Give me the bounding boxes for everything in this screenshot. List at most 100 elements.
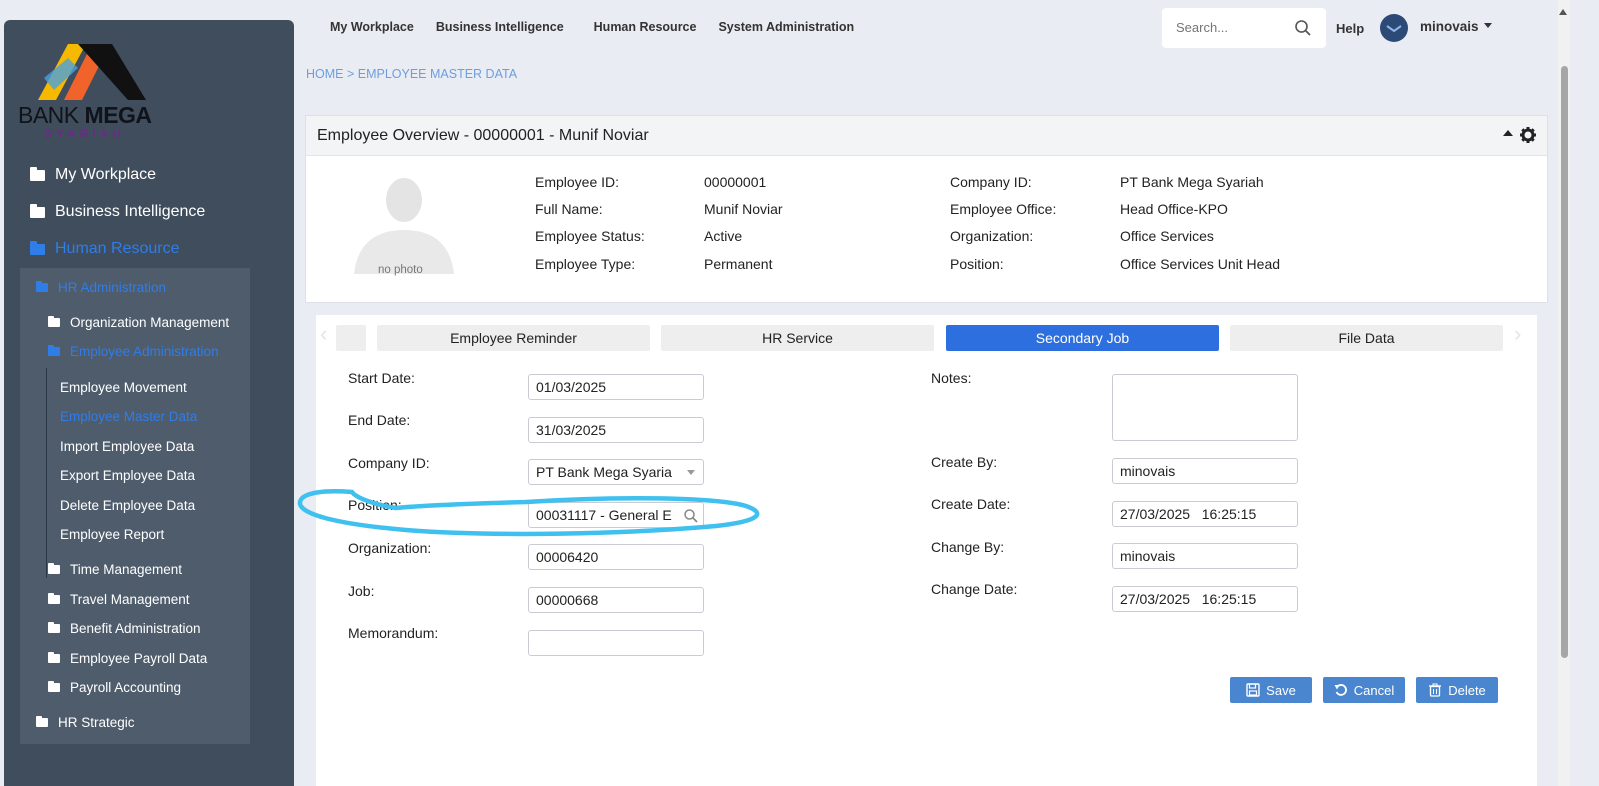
sidebar-item-delete-employee-data[interactable]: Delete Employee Data: [60, 498, 195, 513]
delete-button-label: Delete: [1448, 682, 1486, 698]
organization-field[interactable]: 00006420: [528, 544, 704, 570]
sidebar-item-employee-report[interactable]: Employee Report: [60, 527, 164, 542]
sidebar-item-organization-management[interactable]: Organization Management: [48, 315, 229, 330]
position-value: Office Services Unit Head: [1120, 256, 1281, 272]
sidebar-item-employee-master-data[interactable]: Employee Master Data: [60, 409, 197, 424]
search-icon[interactable]: [1294, 19, 1312, 37]
save-button[interactable]: Save: [1230, 677, 1312, 703]
tab-hidden-previous[interactable]: [336, 325, 366, 351]
sidebar-item-import-employee-data[interactable]: Import Employee Data: [60, 439, 194, 454]
change-by-label: Change By:: [931, 539, 1005, 555]
delete-button[interactable]: Delete: [1416, 677, 1498, 703]
sidebar-item-employee-movement[interactable]: Employee Movement: [60, 380, 187, 395]
panel-title: Employee Overview - 00000001 - Munif Nov…: [317, 127, 649, 144]
folder-icon: [30, 166, 45, 181]
topnav-human-resource[interactable]: Human Resource: [594, 20, 697, 34]
change-date-label: Change Date:: [931, 581, 1018, 597]
sidebar-item-hr-administration[interactable]: HR Administration: [36, 280, 166, 295]
sidebar-item-travel-management[interactable]: Travel Management: [48, 592, 190, 607]
organization-value: Office Services: [1120, 228, 1214, 244]
sidebar-item-employee-payroll-data[interactable]: Employee Payroll Data: [48, 651, 207, 666]
chevron-right-icon[interactable]: ›: [1514, 321, 1521, 347]
sidebar-item-label: Travel Management: [70, 592, 190, 607]
sidebar-item-payroll-accounting[interactable]: Payroll Accounting: [48, 680, 181, 695]
sidebar-item-time-management[interactable]: Time Management: [48, 562, 182, 577]
company-id-value: PT Bank Mega Syariah: [1120, 174, 1264, 190]
no-photo-label: no photo: [378, 264, 423, 276]
create-by-label: Create By:: [931, 454, 998, 470]
search-input[interactable]: [1176, 20, 1286, 35]
sidebar-item-employee-administration[interactable]: Employee Administration: [48, 344, 219, 359]
hr-submenu: HR Administration Organization Managemen…: [20, 268, 250, 744]
company-id-label: Company ID:: [348, 455, 430, 471]
position-value: 00031117 - General E: [536, 507, 672, 523]
avatar[interactable]: [1380, 14, 1408, 42]
tab-hr-service[interactable]: HR Service: [661, 325, 934, 351]
sidebar-item-label: Organization Management: [70, 315, 230, 330]
create-by-field[interactable]: minovais: [1112, 458, 1298, 484]
start-date-field[interactable]: 01/03/2025: [528, 374, 704, 400]
company-id-select[interactable]: PT Bank Mega Syaria: [528, 459, 704, 485]
employee-office-label: Employee Office:: [950, 201, 1057, 217]
notes-textarea[interactable]: [1112, 374, 1298, 441]
topnav-business-intelligence[interactable]: Business Intelligence: [436, 20, 564, 34]
cancel-button[interactable]: Cancel: [1323, 677, 1405, 703]
user-menu[interactable]: minovais: [1420, 19, 1479, 34]
chevron-down-icon[interactable]: [687, 470, 695, 475]
breadcrumb[interactable]: HOME > EMPLOYEE MASTER DATA: [306, 67, 517, 81]
sidebar: BANK MEGA SYARIAH My Workplace Business …: [4, 20, 294, 786]
change-by-field[interactable]: minovais: [1112, 543, 1298, 569]
folder-icon: [48, 563, 60, 574]
end-date-label: End Date:: [348, 412, 411, 428]
sidebar-item-hr-strategic[interactable]: HR Strategic: [36, 715, 135, 730]
sidebar-item-label: Benefit Administration: [70, 621, 201, 636]
change-date-value: 27/03/2025 16:25:15: [1120, 591, 1257, 607]
tab-secondary-job[interactable]: Secondary Job: [946, 325, 1219, 351]
tab-file-data[interactable]: File Data: [1230, 325, 1503, 351]
sidebar-item-my-workplace[interactable]: My Workplace: [30, 166, 156, 184]
save-icon: [1246, 683, 1260, 697]
scrollbar-thumb[interactable]: [1561, 66, 1568, 658]
bank-logo[interactable]: BANK MEGA SYARIAH: [18, 32, 168, 141]
position-lookup-field[interactable]: 00031117 - General E: [528, 502, 704, 528]
collapse-icon[interactable]: [1503, 130, 1513, 136]
change-date-field[interactable]: 27/03/2025 16:25:15: [1112, 586, 1298, 612]
chevron-down-icon[interactable]: [1484, 23, 1492, 28]
create-date-field[interactable]: 27/03/2025 16:25:15: [1112, 501, 1298, 527]
organization-label: Organization:: [348, 540, 432, 556]
chevron-left-icon[interactable]: ‹: [320, 321, 327, 347]
employee-overview-panel: Employee Overview - 00000001 - Munif Nov…: [305, 115, 1548, 303]
employee-status-label: Employee Status:: [535, 228, 645, 244]
sidebar-item-human-resource[interactable]: Human Resource: [30, 240, 180, 258]
organization-label: Organization:: [950, 228, 1034, 244]
end-date-field[interactable]: 31/03/2025: [528, 417, 704, 443]
search-box: [1162, 8, 1326, 48]
folder-icon: [48, 622, 60, 633]
folder-icon: [36, 716, 48, 727]
sidebar-item-benefit-administration[interactable]: Benefit Administration: [48, 621, 201, 636]
create-date-value: 27/03/2025 16:25:15: [1120, 506, 1257, 522]
create-by-value: minovais: [1120, 463, 1176, 479]
memorandum-field[interactable]: [528, 630, 704, 656]
topnav-my-workplace[interactable]: My Workplace: [330, 20, 414, 34]
company-id-label: Company ID:: [950, 174, 1032, 190]
logo-text: BANK MEGA: [18, 102, 152, 128]
help-link[interactable]: Help: [1336, 21, 1364, 36]
folder-icon: [48, 652, 60, 663]
tab-employee-reminder[interactable]: Employee Reminder: [377, 325, 650, 351]
user-avatar-icon: [1381, 15, 1407, 41]
scroll-up-arrow-icon[interactable]: [1559, 9, 1567, 15]
sidebar-item-export-employee-data[interactable]: Export Employee Data: [60, 468, 195, 483]
trash-icon: [1429, 683, 1442, 697]
sidebar-item-label: Employee Payroll Data: [70, 651, 208, 666]
organization-value: 00006420: [536, 549, 599, 565]
topnav-system-administration[interactable]: System Administration: [718, 20, 854, 34]
employee-status-value: Active: [704, 228, 743, 244]
person-placeholder-icon: [354, 178, 454, 274]
job-field[interactable]: 00000668: [528, 587, 704, 613]
gear-icon[interactable]: [1519, 126, 1537, 144]
sidebar-item-label: Business Intelligence: [55, 203, 206, 220]
create-date-label: Create Date:: [931, 496, 1011, 512]
sidebar-item-business-intelligence[interactable]: Business Intelligence: [30, 203, 205, 221]
search-icon[interactable]: [683, 508, 699, 524]
